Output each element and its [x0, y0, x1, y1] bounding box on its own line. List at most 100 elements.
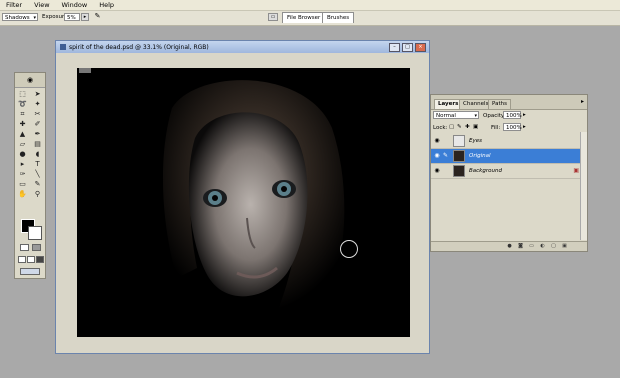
add-mask-icon[interactable]: ◙ [517, 243, 524, 249]
layer-thumbnail [453, 135, 465, 147]
history-brush-tool-icon[interactable]: ✒ [31, 130, 44, 139]
layers-footer: ● ◙ ▭ ◐ ▢ ▣ [431, 241, 587, 251]
close-button[interactable]: × [415, 43, 426, 52]
fill-slider-icon[interactable]: ▸ [523, 124, 526, 130]
background-color-swatch[interactable] [28, 226, 42, 240]
menu-view[interactable]: View [28, 1, 55, 9]
new-layer-icon[interactable]: ▢ [550, 243, 557, 249]
canvas-menu-icon[interactable] [79, 68, 91, 73]
visibility-eye-icon[interactable]: ◉ [433, 167, 441, 175]
layers-palette: Layers Channels Paths ▸ Normal ▾ Opacity… [430, 94, 588, 252]
slice-tool-icon[interactable]: ✂ [31, 110, 44, 119]
exposure-value: 5% [67, 15, 76, 21]
photoshop-doc-icon [60, 44, 66, 50]
dodge-tool-icon[interactable]: ◖ [31, 150, 44, 159]
toolbox-header: ◉ [15, 73, 45, 88]
maximize-button[interactable]: □ [402, 43, 413, 52]
brush-cursor-icon [340, 240, 358, 258]
adjustment-layer-icon[interactable]: ◐ [539, 243, 546, 249]
layer-thumbnail [453, 150, 465, 162]
range-dropdown[interactable]: Shadows ▾ [2, 13, 38, 21]
toolbox: ◉ ⬚ ➤ ➰ ✦ ⌗ ✂ ✚ ✐ ▲ ✒ ▱ ▤ ● ◖ ▸ T ✑ ╲ ▭ … [14, 72, 46, 279]
screen-mode-full-menu-icon[interactable] [27, 256, 35, 263]
lock-position-icon[interactable]: ✚ [465, 124, 470, 130]
layer-name: Eyes [469, 138, 482, 144]
document-window: spirit of the dead.psd @ 33.1% (Original… [55, 40, 430, 354]
notes-tool-icon[interactable]: ▭ [16, 180, 29, 189]
opacity-slider-icon[interactable]: ▸ [523, 112, 526, 118]
exposure-slider-button[interactable]: ▸ [81, 13, 89, 21]
path-selection-tool-icon[interactable]: ▸ [16, 160, 29, 169]
lasso-tool-icon[interactable]: ➰ [16, 100, 29, 109]
document-title: spirit of the dead.psd @ 33.1% (Original… [69, 43, 209, 51]
blend-mode-value: Normal [436, 113, 456, 119]
lock-transparency-icon[interactable]: ▢ [449, 124, 454, 130]
chevron-down-icon: ▾ [474, 113, 477, 119]
brush-link-icon: ✎ [443, 152, 449, 159]
layer-original[interactable]: ◉ ✎ Original [431, 149, 583, 164]
marquee-tool-icon[interactable]: ⬚ [16, 90, 29, 99]
menu-help[interactable]: Help [93, 1, 120, 9]
blend-mode-dropdown[interactable]: Normal ▾ [433, 111, 479, 119]
gradient-tool-icon[interactable]: ▤ [31, 140, 44, 149]
crop-tool-icon[interactable]: ⌗ [16, 110, 29, 119]
layer-background[interactable]: ◉ Background ▣ [431, 164, 583, 179]
brush-tool-icon[interactable]: ✐ [31, 120, 44, 129]
blend-opacity-row: Normal ▾ Opacity: 100% ▸ [431, 111, 587, 121]
lock-pixels-icon[interactable]: ✎ [457, 124, 462, 130]
move-tool-icon[interactable]: ➤ [31, 90, 44, 99]
options-bar: Shadows ▾ Exposure: 5% ▸ ✎ ▭ File Browse… [0, 11, 620, 26]
type-tool-icon[interactable]: T [31, 160, 44, 169]
delete-layer-icon[interactable]: ▣ [561, 243, 568, 249]
menu-filter[interactable]: Filter [0, 1, 28, 9]
lock-all-icon[interactable]: ▣ [473, 124, 478, 130]
screen-mode-full-icon[interactable] [36, 256, 44, 263]
lock-fill-row: Lock: ▢ ✎ ✚ ▣ Fill: 100% ▸ [431, 123, 587, 133]
lock-label: Lock: [433, 125, 448, 131]
airbrush-icon[interactable]: ✎ [92, 13, 103, 21]
visibility-eye-icon[interactable]: ◉ [433, 152, 441, 160]
standard-mode-icon[interactable] [20, 244, 29, 251]
new-set-icon[interactable]: ▭ [528, 243, 535, 249]
opacity-input[interactable]: 100% [503, 111, 522, 119]
eraser-tool-icon[interactable]: ▱ [16, 140, 29, 149]
lock-icon: ▣ [573, 167, 579, 174]
layer-eyes[interactable]: ◉ Eyes [431, 134, 583, 149]
jump-to-imageready-icon[interactable] [20, 268, 40, 275]
layers-palette-header: Layers Channels Paths ▸ [431, 95, 587, 110]
layer-name: Original [469, 153, 491, 159]
menu-bar: Filter View Window Help [0, 0, 620, 11]
clone-stamp-tool-icon[interactable]: ▲ [16, 130, 29, 139]
magic-wand-tool-icon[interactable]: ✦ [31, 100, 44, 109]
palette-menu-icon[interactable]: ▸ [581, 98, 584, 105]
fill-input[interactable]: 100% [503, 123, 522, 131]
layers-scrollbar[interactable] [580, 132, 587, 240]
image-canvas[interactable] [77, 68, 410, 337]
menu-window[interactable]: Window [56, 1, 94, 9]
hand-tool-icon[interactable]: ✋ [16, 190, 29, 199]
visibility-eye-icon[interactable]: ◉ [433, 137, 441, 145]
tab-paths[interactable]: Paths [488, 99, 511, 109]
screen-mode-standard-icon[interactable] [18, 256, 26, 263]
file-browser-tab[interactable]: File Browser [282, 12, 326, 23]
healing-brush-tool-icon[interactable]: ✚ [16, 120, 29, 129]
line-tool-icon[interactable]: ╲ [31, 170, 44, 179]
brushes-tab[interactable]: Brushes [322, 12, 355, 23]
photoshop-eye-icon[interactable]: ◉ [27, 76, 33, 84]
zoom-tool-icon[interactable]: ⚲ [31, 190, 44, 199]
layer-name: Background [469, 168, 502, 174]
portrait-image [77, 68, 410, 337]
range-value: Shadows [5, 15, 30, 21]
quick-mask-mode-icon[interactable] [32, 244, 41, 251]
minimize-button[interactable]: – [389, 43, 400, 52]
blur-tool-icon[interactable]: ● [16, 150, 29, 159]
fill-label: Fill: [491, 125, 501, 131]
exposure-input[interactable]: 5% [64, 13, 80, 21]
palette-well-icon[interactable]: ▭ [268, 13, 278, 21]
document-titlebar[interactable]: spirit of the dead.psd @ 33.1% (Original… [56, 41, 429, 53]
layer-thumbnail [453, 165, 465, 177]
pen-tool-icon[interactable]: ✑ [16, 170, 29, 179]
layer-style-icon[interactable]: ● [506, 243, 513, 249]
chevron-down-icon: ▾ [33, 15, 36, 21]
eyedropper-tool-icon[interactable]: ✎ [31, 180, 44, 189]
